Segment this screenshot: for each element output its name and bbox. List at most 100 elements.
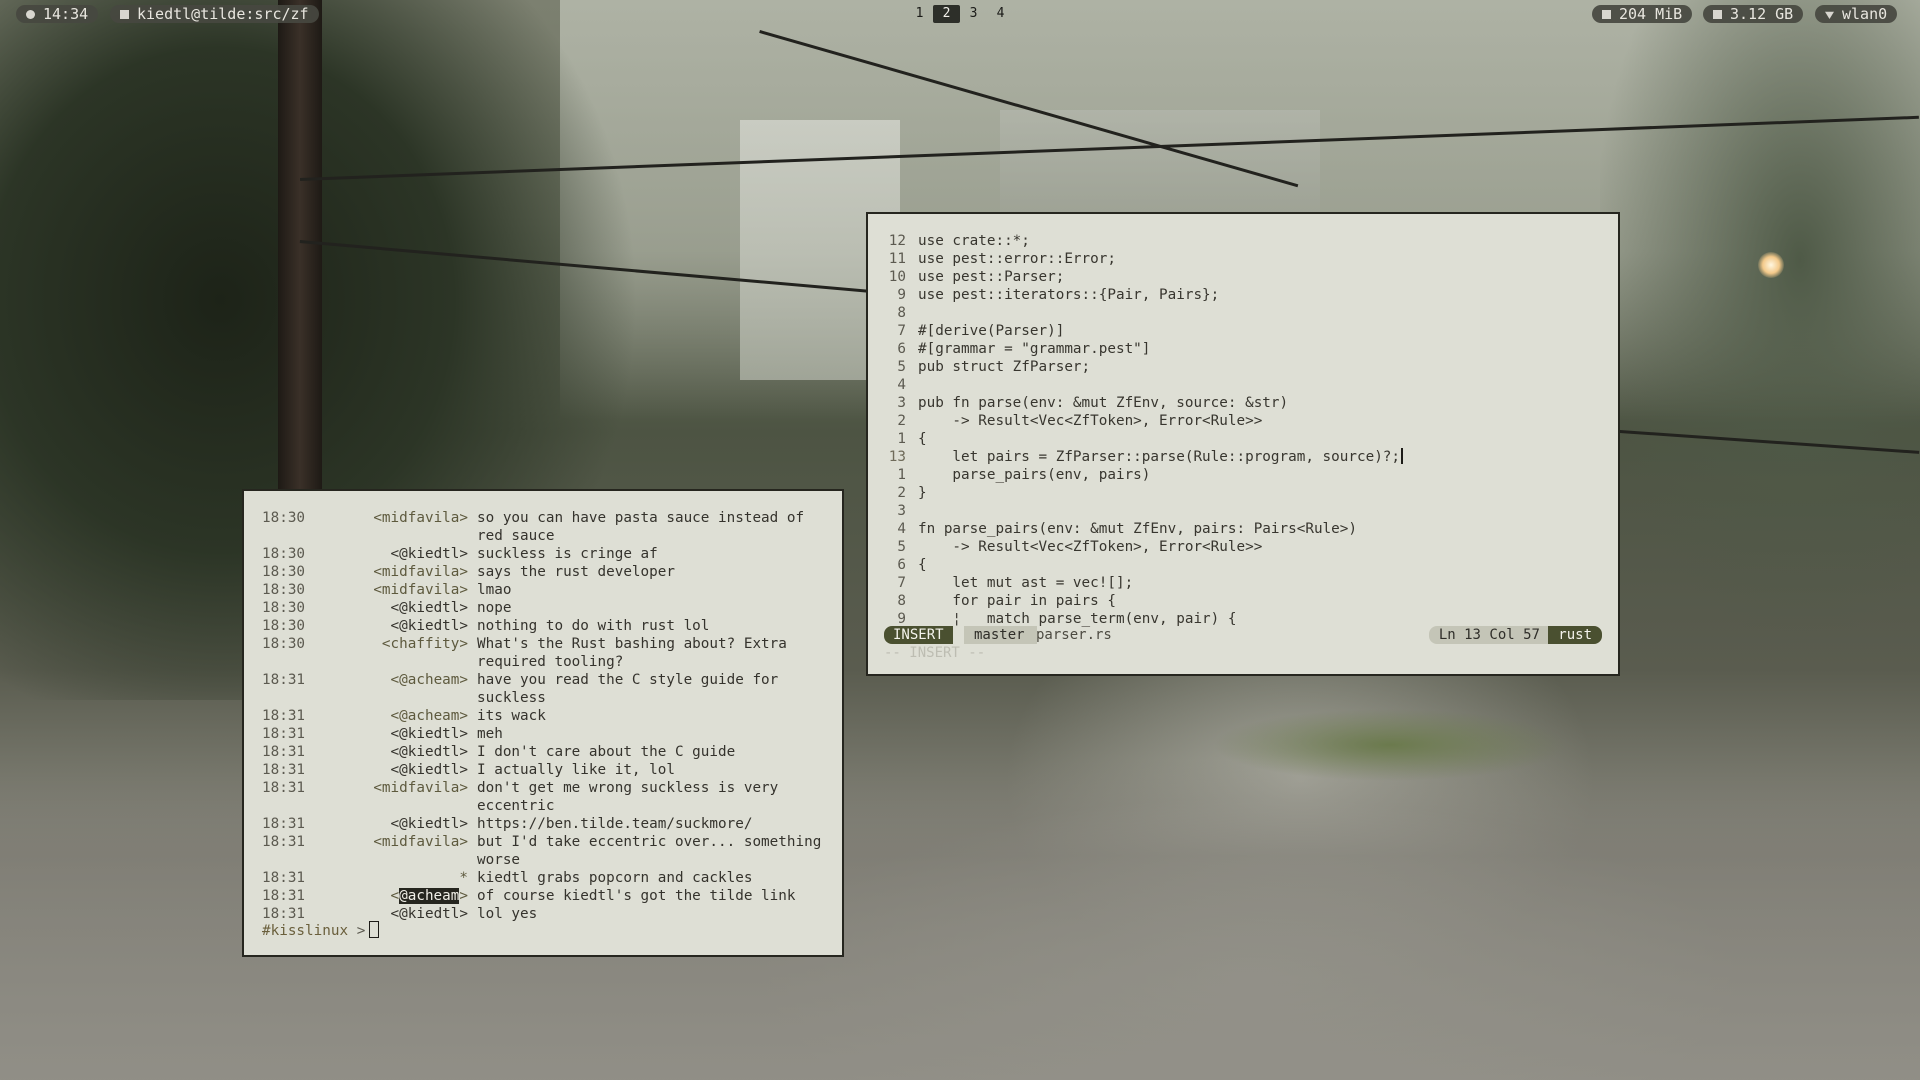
message-time: 18:31 — [262, 744, 306, 760]
message-nick[interactable]: <midfavila> — [360, 563, 468, 581]
chat-message: 18:31 <midfavila> don't get me wrong suckl… — [262, 779, 828, 815]
message-nick[interactable]: <@kiedtl> — [360, 545, 468, 563]
code-line[interactable]: 3 — [882, 502, 1604, 520]
message-time: 18:30 — [262, 564, 306, 580]
message-nick[interactable]: <@acheam> — [360, 671, 468, 707]
message-nick[interactable]: <midfavila> — [360, 581, 468, 599]
message-text: nothing to do with rust lol — [477, 618, 710, 634]
chat-message: 18:31 <@kiedtl> I don't care about the C g… — [262, 743, 828, 761]
wallpaper-street-light — [1758, 252, 1784, 278]
code-line[interactable]: 7 #[derive(Parser)] — [882, 322, 1604, 340]
disk-text: 3.12 GB — [1730, 5, 1794, 23]
chat-message: 18:31 <@kiedtl> https://ben.tilde.team/suc… — [262, 815, 828, 833]
message-time: 18:31 — [262, 726, 306, 742]
code-text: use crate::*; — [918, 233, 1030, 249]
code-area[interactable]: 12 use crate::*; 11 use pest::error::Error;… — [882, 232, 1604, 628]
code-text: -> Result<Vec<ZfToken>, Error<Rule>> — [918, 539, 1263, 555]
chat-message: 18:31 <@acheam> its wack — [262, 707, 828, 725]
code-text: use pest::Parser; — [918, 269, 1065, 285]
message-time: 18:30 — [262, 636, 306, 652]
editor-window[interactable]: 12 use crate::*; 11 use pest::error::Error;… — [866, 212, 1620, 676]
workspace-2[interactable]: 2 — [933, 5, 960, 23]
message-nick[interactable]: <midfavila> — [360, 779, 468, 815]
file-language: rust — [1548, 626, 1602, 644]
wallpaper-house-roof — [1000, 110, 1320, 220]
chat-message: 18:30 <chaffity> What's the Rust bashing a… — [262, 635, 828, 671]
line-number: 9 — [897, 287, 906, 303]
code-line[interactable]: 5 -> Result<Vec<ZfToken>, Error<Rule>> — [882, 538, 1604, 556]
line-number: 1 — [897, 431, 906, 447]
code-line[interactable]: 6 #[grammar = "grammar.pest"] — [882, 340, 1604, 358]
message-time: 18:31 — [262, 816, 306, 832]
chat-message: 18:31 <@kiedtl> I actually like it, lol — [262, 761, 828, 779]
chat-message: 18:31 <@kiedtl> meh — [262, 725, 828, 743]
message-nick[interactable]: <@kiedtl> — [360, 599, 468, 617]
line-number: 12 — [888, 233, 906, 249]
workspace-4[interactable]: 4 — [987, 5, 1014, 23]
message-nick[interactable]: <@acheam> — [360, 707, 468, 725]
message-time: 18:31 — [262, 762, 306, 778]
message-time: 18:30 — [262, 600, 306, 616]
message-nick[interactable]: <@acheam> — [360, 887, 468, 905]
code-line[interactable]: 2 -> Result<Vec<ZfToken>, Error<Rule>> — [882, 412, 1604, 430]
line-number: 6 — [897, 557, 906, 573]
code-line[interactable]: 4 fn parse_pairs(env: &mut ZfEnv, pairs: … — [882, 520, 1604, 538]
line-number: 4 — [897, 521, 906, 537]
message-time: 18:30 — [262, 582, 306, 598]
command-line[interactable]: -- INSERT -- — [884, 644, 985, 662]
code-line[interactable]: 9 use pest::iterators::{Pair, Pairs}; — [882, 286, 1604, 304]
input-cursor[interactable] — [369, 921, 380, 938]
window-title-widget: kiedtl@tilde:src/zf — [110, 5, 319, 23]
code-line-current[interactable]: 13 let pairs = ZfParser::parse(Rule::pro… — [882, 448, 1604, 466]
chat-message: 18:31 <@acheam> have you read the C style … — [262, 671, 828, 707]
code-line[interactable]: 3 pub fn parse(env: &mut ZfEnv, source: &… — [882, 394, 1604, 412]
message-nick[interactable]: <midfavila> — [360, 509, 468, 545]
code-line[interactable]: 6{ — [882, 556, 1604, 574]
code-line[interactable]: 4 — [882, 376, 1604, 394]
clock-widget[interactable]: 14:34 — [16, 5, 99, 23]
irc-client-window[interactable]: 18:30 <midfavila> so you can have pasta sa… — [242, 489, 844, 957]
network-widget[interactable]: wlan0 — [1815, 5, 1898, 23]
line-number: 8 — [897, 305, 906, 321]
code-line[interactable]: 7 let mut ast = vec![]; — [882, 574, 1604, 592]
code-line[interactable]: 2} — [882, 484, 1604, 502]
message-text: kiedtl grabs popcorn and cackles — [477, 870, 753, 886]
message-nick[interactable]: <@kiedtl> — [360, 617, 468, 635]
code-line[interactable]: 11 use pest::error::Error; — [882, 250, 1604, 268]
line-number: 5 — [897, 359, 906, 375]
chat-message: 18:31 * kiedtl grabs popcorn and cackles — [262, 869, 828, 887]
disk-icon — [1713, 10, 1722, 19]
code-line[interactable]: 10 use pest::Parser; — [882, 268, 1604, 286]
code-line[interactable]: 1{ — [882, 430, 1604, 448]
chat-message: 18:31 <@acheam> of course kiedtl's got the… — [262, 887, 828, 905]
code-line[interactable]: 1 parse_pairs(env, pairs) — [882, 466, 1604, 484]
code-line[interactable]: 8 for pair in pairs { — [882, 592, 1604, 610]
top-status-bar: 14:34 kiedtl@tilde:src/zf 1 2 3 4 204 Mi… — [0, 0, 1920, 28]
line-number: 1 — [897, 467, 906, 483]
message-nick[interactable]: <@kiedtl> — [360, 815, 468, 833]
line-number: 4 — [897, 377, 906, 393]
message-nick[interactable]: <midfavila> — [360, 833, 468, 869]
message-nick[interactable]: <@kiedtl> — [360, 725, 468, 743]
code-line[interactable]: 8 — [882, 304, 1604, 322]
memory-widget: 204 MiB — [1592, 5, 1693, 23]
workspace-3[interactable]: 3 — [960, 5, 987, 23]
message-time: 18:31 — [262, 870, 306, 886]
code-line[interactable]: 12 use crate::*; — [882, 232, 1604, 250]
message-nick[interactable]: <chaffity> — [360, 635, 468, 671]
chat-log: 18:30 <midfavila> so you can have pasta sa… — [262, 509, 828, 923]
line-number: 8 — [897, 593, 906, 609]
chat-message: 18:30 <midfavila> so you can have pasta sa… — [262, 509, 828, 545]
chat-input-line[interactable]: #kisslinux > — [262, 921, 380, 940]
message-nick[interactable]: * — [360, 869, 468, 887]
message-nick[interactable]: <@kiedtl> — [360, 761, 468, 779]
cursor-position: Ln 13 Col 57 — [1428, 626, 1550, 644]
code-line[interactable]: 5 pub struct ZfParser; — [882, 358, 1604, 376]
code-text: #[grammar = "grammar.pest"] — [918, 341, 1151, 357]
code-text: parse_pairs(env, pairs) — [918, 467, 1151, 483]
workspace-1[interactable]: 1 — [906, 5, 933, 23]
message-text: lmao — [477, 582, 512, 598]
message-nick[interactable]: <@kiedtl> — [360, 743, 468, 761]
chat-message: 18:31 <midfavila> but I'd take eccentric o… — [262, 833, 828, 869]
chat-message: 18:30 <midfavila> lmao — [262, 581, 828, 599]
